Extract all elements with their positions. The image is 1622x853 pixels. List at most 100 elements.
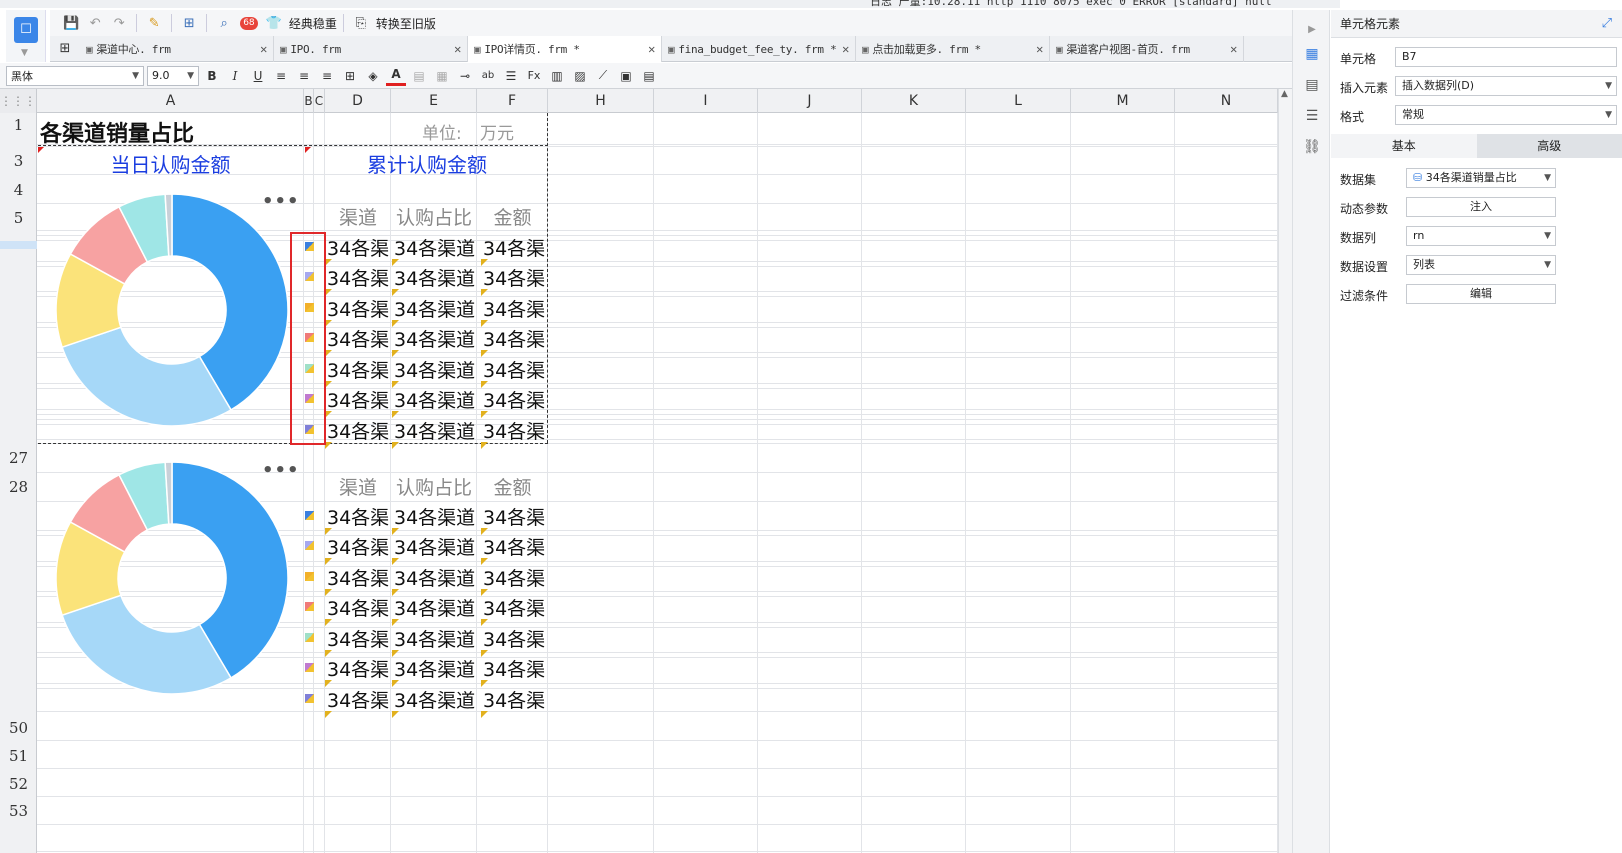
table-cell[interactable]: 34各渠 (327, 264, 391, 291)
table-cell[interactable]: 34各渠道 (394, 356, 478, 383)
table-header[interactable]: 金额 (477, 473, 548, 500)
table-cell[interactable]: 34各渠道 (394, 503, 478, 530)
bar-chart-icon[interactable]: ▥ (547, 66, 567, 86)
table-cell[interactable]: 34各渠 (327, 295, 391, 322)
table-cell[interactable]: 34各渠 (327, 325, 391, 352)
table-header[interactable]: 渠道 (325, 203, 391, 230)
table-cell[interactable]: 34各渠道 (394, 417, 478, 444)
column-header-cell[interactable]: H (548, 89, 654, 113)
cell-element-icon[interactable]: ▦ (1301, 43, 1323, 65)
table-cell[interactable]: 34各渠 (483, 234, 547, 261)
table-cell[interactable]: 34各渠 (483, 564, 547, 591)
hyperlink-icon[interactable]: ⛓ (1301, 136, 1323, 158)
link-icon[interactable]: ⊸ (455, 66, 475, 86)
table-header[interactable]: 金额 (477, 203, 548, 230)
table-cell[interactable]: 34各渠道 (394, 655, 478, 682)
column-header-cell[interactable]: N (1175, 89, 1278, 113)
image-icon[interactable]: ▨ (570, 66, 590, 86)
preview-icon[interactable]: ⌕ (213, 12, 235, 34)
pie-chart-daily[interactable] (48, 192, 296, 428)
row-header-cell[interactable]: 4 (0, 181, 37, 199)
tab-file-2[interactable]: ▣ IPO. frm ✕ (274, 36, 468, 62)
align-right-icon[interactable]: ≡ (317, 66, 337, 86)
unit-value[interactable]: 万元 (480, 119, 540, 144)
column-header-cell[interactable]: L (966, 89, 1071, 113)
italic-icon[interactable]: I (225, 66, 245, 86)
table-cell[interactable]: 34各渠 (327, 625, 391, 652)
table-cell[interactable]: 34各渠 (327, 564, 391, 591)
theme-icon[interactable]: 👕 (263, 12, 285, 34)
pie-chart-cumulative[interactable] (48, 460, 296, 696)
table-cell[interactable]: 34各渠 (327, 503, 391, 530)
insert-element-select[interactable]: 插入数据列(D) ▼ (1395, 76, 1617, 96)
table-header[interactable]: 认购占比 (391, 473, 477, 500)
table-header[interactable]: 认购占比 (391, 203, 477, 230)
column-header-cell[interactable]: D (325, 89, 391, 113)
fill-color-icon[interactable]: ◈ (363, 66, 383, 86)
merge-icon[interactable]: ▤ (409, 66, 429, 86)
cell-attribute-icon[interactable]: ▤ (1301, 74, 1323, 96)
save-icon[interactable]: 💾 (60, 12, 82, 34)
list-icon[interactable]: ▤ (639, 66, 659, 86)
column-header-cell[interactable]: A (38, 89, 304, 113)
slash-icon[interactable]: ⟋ (593, 66, 613, 86)
column-header-cell[interactable]: C (314, 89, 325, 113)
table-cell[interactable]: 34各渠道 (394, 564, 478, 591)
data-column-select[interactable]: rn ▼ (1406, 226, 1556, 246)
row-header-cell[interactable]: 52 (0, 775, 37, 793)
close-icon[interactable]: ✕ (648, 42, 655, 56)
table-cell[interactable]: 34各渠道 (394, 686, 478, 713)
tab-file-1[interactable]: ▣ 渠道中心. frm ✕ (80, 36, 274, 62)
underline-icon[interactable]: U (248, 66, 268, 86)
row-header-cell[interactable]: 27 (0, 449, 37, 467)
select-all-icon[interactable]: ⋮⋮⋮ (0, 89, 37, 113)
table-cell[interactable]: 34各渠 (327, 234, 391, 261)
chevron-up-icon[interactable]: ▲ (1281, 89, 1288, 99)
cell-field[interactable]: B7 (1395, 47, 1617, 67)
column-header-cell[interactable]: E (391, 89, 477, 113)
bold-icon[interactable]: B (202, 66, 222, 86)
table-cell[interactable]: 34各渠 (483, 533, 547, 560)
daily-amount-label[interactable]: 当日认购金额 (38, 149, 303, 178)
align-center-icon[interactable]: ≡ (294, 66, 314, 86)
row-header-cell[interactable]: 53 (0, 802, 37, 820)
pie-slice[interactable] (61, 594, 233, 695)
column-header-cell[interactable]: J (758, 89, 862, 113)
format-select[interactable]: 常规 ▼ (1395, 105, 1617, 125)
font-size-select[interactable]: 9.0 ▼ (147, 65, 199, 86)
text-icon[interactable]: ab (478, 66, 498, 86)
tab-file-3[interactable]: ▣ IPO详情页. frm * ✕ (468, 36, 662, 62)
spreadsheet-grid[interactable]: ABCDEFHIJKLMN ⋮⋮⋮ 1 3 4 5 27 28 50 51 52 53 各渠道销量… (0, 89, 1280, 853)
data-setting-select[interactable]: 列表 ▼ (1406, 255, 1556, 275)
table-cell[interactable]: 34各渠道 (394, 295, 478, 322)
tab-advanced[interactable]: 高级 (1476, 134, 1622, 158)
column-header-cell[interactable]: M (1071, 89, 1175, 113)
close-icon[interactable]: ✕ (454, 42, 461, 56)
table-cell[interactable]: 34各渠 (483, 503, 547, 530)
row-header-cell[interactable]: 51 (0, 747, 37, 765)
table-cell[interactable]: 34各渠 (483, 295, 547, 322)
table-header[interactable]: 渠道 (325, 473, 391, 500)
table-cell[interactable]: 34各渠 (327, 417, 391, 444)
align-left-icon[interactable]: ≡ (271, 66, 291, 86)
template-icon[interactable]: ⊞ (178, 12, 200, 34)
more-options-icon[interactable]: ••• (262, 460, 300, 481)
widget-setting-icon[interactable]: ☰ (1301, 105, 1323, 127)
table-cell[interactable]: 34各渠 (327, 356, 391, 383)
grid-view-icon[interactable]: ⊞ (50, 36, 80, 61)
table-cell[interactable]: 34各渠 (327, 655, 391, 682)
table-cell[interactable]: 34各渠道 (394, 264, 478, 291)
table-cell[interactable]: 34各渠 (327, 533, 391, 560)
table-cell[interactable]: 34各渠道 (394, 386, 478, 413)
table-cell[interactable]: 34各渠道 (394, 325, 478, 352)
sheet-title[interactable]: 各渠道销量占比 (40, 116, 300, 144)
table-cell[interactable]: 34各渠 (483, 264, 547, 291)
pie-slice[interactable] (61, 326, 233, 427)
table-cell[interactable]: 34各渠道 (394, 234, 478, 261)
table-cell[interactable]: 34各渠 (483, 386, 547, 413)
chevron-right-icon[interactable]: ▶ (1301, 18, 1323, 40)
row-header-cell[interactable]: 1 (0, 116, 37, 134)
tab-file-6[interactable]: ▣ 渠道客户视图-首页. frm ✕ (1050, 36, 1244, 62)
dataset-select[interactable]: ⛁ 34各渠道销量占比 ▼ (1406, 168, 1556, 188)
table-cell[interactable]: 34各渠 (483, 686, 547, 713)
